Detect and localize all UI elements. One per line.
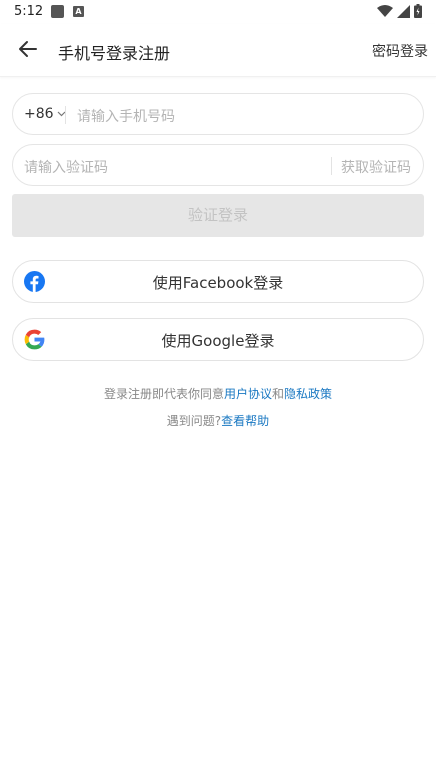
top-bar: 手机号登录注册 密码登录 [0,24,436,77]
user-agreement-link[interactable]: 用户协议 [224,387,272,401]
country-code: +86 [24,106,54,122]
agreement-and: 和 [272,387,285,401]
notification-icon [51,5,64,18]
country-code-selector[interactable]: +86 [24,106,66,122]
phone-field[interactable]: +86 请输入手机号码 [12,93,424,135]
privacy-policy-link[interactable]: 隐私政策 [284,387,332,401]
google-login-button[interactable]: 使用Google登录 [12,318,424,361]
status-bar: 5:12 A [0,0,436,24]
password-login-link[interactable]: 密码登录 [372,41,428,61]
agreement-prefix: 登录注册即代表你同意 [103,387,224,401]
page-title: 手机号登录注册 [58,44,171,63]
help-text: 遇到问题?查看帮助 [0,412,436,429]
get-code-button[interactable]: 获取验证码 [341,157,411,177]
facebook-login-button[interactable]: 使用Facebook登录 [12,260,424,303]
wifi-icon [377,4,393,17]
app-notification-icon: A [73,6,84,17]
code-field[interactable]: 请输入验证码 获取验证码 [12,144,424,186]
phone-input[interactable]: 请输入手机号码 [77,106,175,126]
agreement-text: 登录注册即代表你同意用户协议和隐私政策 [0,385,436,402]
divider [331,157,332,175]
help-prefix: 遇到问题? [166,414,222,428]
back-arrow-icon[interactable] [17,38,39,60]
divider [65,106,66,124]
status-time: 5:12 [14,4,44,19]
code-input[interactable]: 请输入验证码 [24,157,108,177]
verify-login-button[interactable]: 验证登录 [12,194,424,237]
facebook-login-label: 使用Facebook登录 [152,274,284,292]
view-help-link[interactable]: 查看帮助 [221,414,269,428]
google-login-label: 使用Google登录 [161,332,275,350]
signal-icon [397,4,410,18]
status-icons [377,4,422,18]
battery-icon [414,4,422,18]
